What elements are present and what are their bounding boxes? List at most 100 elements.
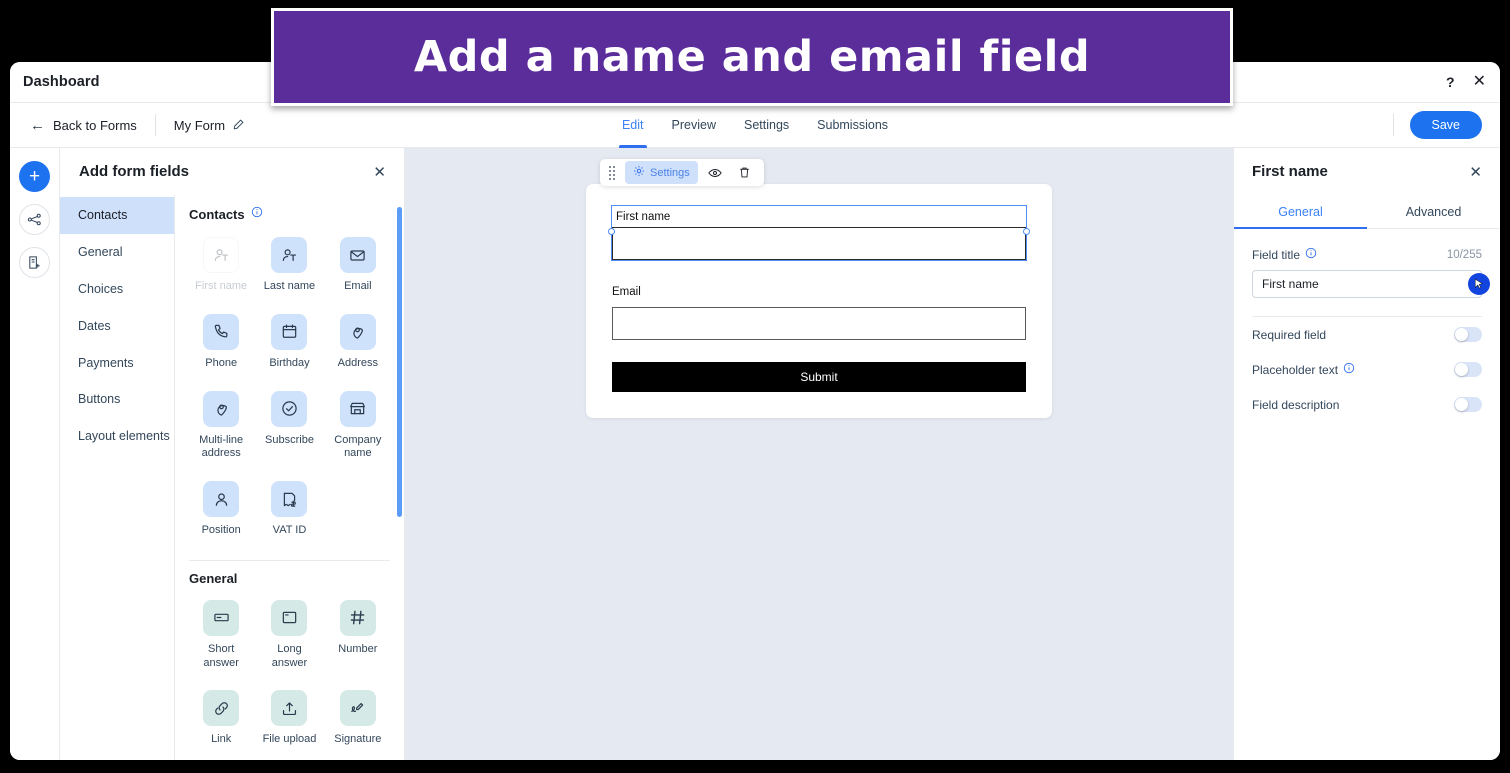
field-title-input[interactable] <box>1252 270 1482 298</box>
save-button[interactable]: Save <box>1409 111 1482 139</box>
close-icon[interactable]: ✕ <box>1473 74 1486 90</box>
tile-label: First name <box>195 280 248 292</box>
pencil-icon[interactable] <box>232 119 244 131</box>
toolbar-divider-right <box>1392 114 1394 136</box>
toolbar-divider <box>154 114 156 136</box>
first-name-input[interactable] <box>612 227 1026 260</box>
tab-edit[interactable]: Edit <box>619 103 647 148</box>
tile-label: Link <box>211 733 232 746</box>
help-icon[interactable]: ? <box>1446 75 1455 89</box>
submit-button[interactable]: Submit <box>612 362 1026 392</box>
fields-panel-header: Add form fields ✕ <box>60 148 404 195</box>
field-tile-long-answer[interactable]: Long answer <box>257 594 321 679</box>
sidebar-item-payments[interactable]: Payments <box>60 345 174 382</box>
field-tile-last-name[interactable]: Last name <box>257 231 321 302</box>
close-icon[interactable]: ✕ <box>373 163 386 181</box>
tiles-area: Contacts First name Last name Email Phone Bir… <box>175 195 404 760</box>
link-icon <box>203 690 240 727</box>
field-toolbar: Settings <box>600 159 764 186</box>
placeholder-text-label: Placeholder text <box>1252 362 1355 377</box>
tab-settings[interactable]: Settings <box>744 103 789 148</box>
drag-handle-icon[interactable] <box>607 165 621 180</box>
person-text-icon <box>271 237 308 273</box>
tile-grid: Short answer Long answer Number Link File up… <box>189 594 390 760</box>
map-pin-icon <box>203 390 240 427</box>
sidebar-item-buttons[interactable]: Buttons <box>60 381 174 418</box>
group-header-general: General <box>189 561 390 594</box>
sidebar-item-layout-elements[interactable]: Layout elements <box>60 418 174 455</box>
tab-preview[interactable]: Preview <box>672 103 716 148</box>
close-icon[interactable]: ✕ <box>1469 163 1482 181</box>
eye-icon[interactable] <box>702 163 728 183</box>
props-panel-header: First name ✕ <box>1234 148 1500 195</box>
tab-general[interactable]: General <box>1234 195 1367 229</box>
icon-rail: + <box>10 148 60 760</box>
info-icon[interactable] <box>251 205 263 223</box>
info-icon[interactable] <box>1343 362 1355 377</box>
field-title-row: Field title 10/255 <box>1252 247 1482 262</box>
titlebar-actions: ? ✕ <box>1446 74 1486 90</box>
short-text-icon <box>203 599 240 636</box>
email-input[interactable] <box>612 307 1026 340</box>
fields-panel-title: Add form fields <box>79 163 190 180</box>
tab-advanced[interactable]: Advanced <box>1367 195 1500 228</box>
hash-icon <box>339 599 376 636</box>
field-tile-position[interactable]: Position <box>189 475 253 546</box>
map-pin-icon <box>339 313 376 350</box>
field-tile-company-name[interactable]: Company name <box>326 385 390 470</box>
sidebar-item-general[interactable]: General <box>60 234 174 271</box>
app-window: Dashboard ? ✕ ← Back to Forms My Form Ed… <box>10 62 1500 760</box>
person-text-icon <box>203 237 240 273</box>
resize-handle-left[interactable] <box>608 228 615 235</box>
field-tile-subscribe[interactable]: Subscribe <box>257 385 321 470</box>
form-name-button[interactable]: My Form <box>174 118 244 133</box>
form-preview-card: Settings First name Email Submit <box>586 159 1052 418</box>
branching-icon[interactable] <box>19 204 50 235</box>
instruction-banner-text: Add a name and email field <box>413 32 1091 82</box>
toolbar-right: Save <box>1375 111 1482 139</box>
sidebar-item-dates[interactable]: Dates <box>60 308 174 345</box>
field-tile-vat-id[interactable]: VAT ID <box>257 475 321 546</box>
required-field-toggle[interactable] <box>1454 327 1482 342</box>
required-field-row: Required field <box>1234 317 1500 352</box>
nav-tabs: Edit Preview Settings Submissions <box>619 103 888 148</box>
field-tile-address[interactable]: Address <box>326 308 390 379</box>
field-description-toggle[interactable] <box>1454 397 1482 412</box>
field-tile-email[interactable]: Email <box>326 231 390 302</box>
tile-label: Number <box>338 642 378 655</box>
back-to-forms-label: Back to Forms <box>53 117 137 133</box>
tile-label: Company name <box>334 433 382 460</box>
form-field-email[interactable]: Email <box>612 281 1026 340</box>
signature-icon <box>339 690 376 727</box>
check-circle-icon <box>271 390 308 427</box>
cursor-indicator-icon <box>1468 273 1490 295</box>
field-tile-signature[interactable]: Signature <box>326 684 390 755</box>
field-tile-file-upload[interactable]: File upload <box>257 684 321 755</box>
form-toolbar: ← Back to Forms My Form Edit Preview Set… <box>10 103 1500 148</box>
panel-scrollbar[interactable] <box>397 207 402 517</box>
sidebar-item-choices[interactable]: Choices <box>60 271 174 308</box>
field-tile-number[interactable]: Number <box>326 594 390 679</box>
resize-handle-right[interactable] <box>1023 228 1030 235</box>
field-tile-short-answer[interactable]: Short answer <box>189 594 253 679</box>
field-tile-multi-line-address[interactable]: Multi-line address <box>189 385 253 470</box>
tile-label: Last name <box>263 280 316 292</box>
tab-submissions[interactable]: Submissions <box>817 103 888 148</box>
tile-label: VAT ID <box>272 524 307 536</box>
add-form-fields-panel: Add form fields ✕ Contacts General Choic… <box>60 148 405 760</box>
sidebar-item-contacts[interactable]: Contacts <box>60 197 174 234</box>
field-settings-button[interactable]: Settings <box>625 161 698 184</box>
info-icon[interactable] <box>1305 247 1317 262</box>
field-tile-birthday[interactable]: Birthday <box>257 308 321 379</box>
back-to-forms-button[interactable]: ← Back to Forms <box>30 117 137 134</box>
field-properties-panel: First name ✕ General Advanced Field titl… <box>1233 148 1500 760</box>
char-counter: 10/255 <box>1446 248 1482 261</box>
placeholder-text-toggle[interactable] <box>1454 362 1482 377</box>
field-description-label: Field description <box>1252 397 1340 412</box>
add-element-button[interactable]: + <box>19 161 50 192</box>
trash-icon[interactable] <box>732 163 757 182</box>
form-field-first-name[interactable]: First name <box>608 205 1030 261</box>
field-tile-link[interactable]: Link <box>189 684 253 755</box>
field-tile-phone[interactable]: Phone <box>189 308 253 379</box>
new-page-icon[interactable] <box>19 247 50 278</box>
